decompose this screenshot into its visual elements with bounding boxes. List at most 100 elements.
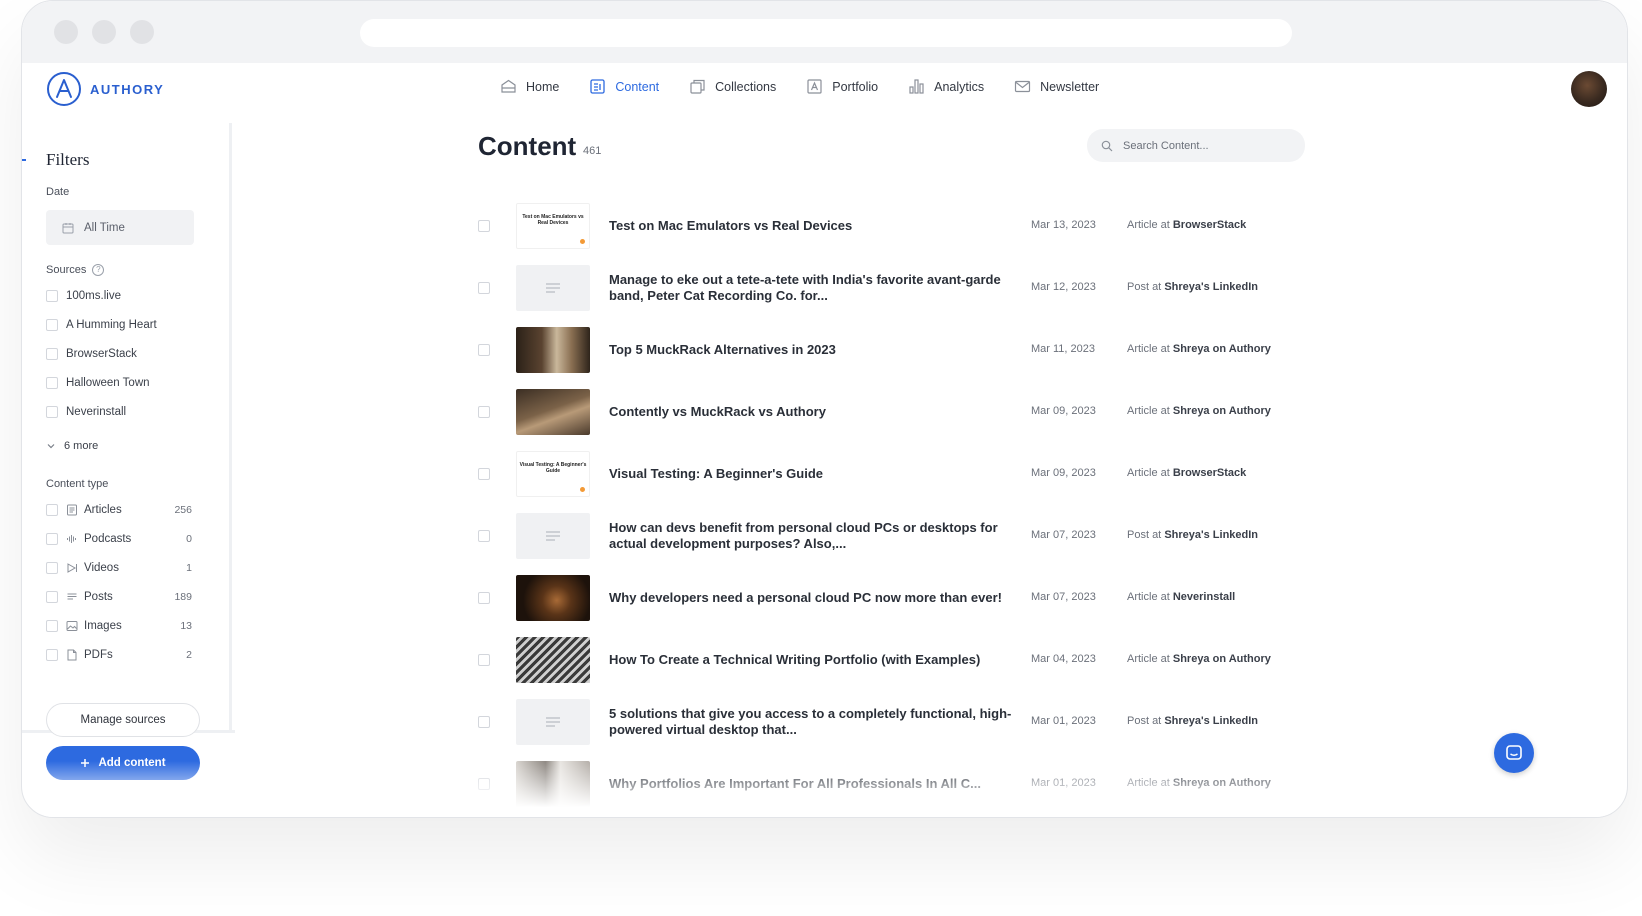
checkbox[interactable] <box>46 591 58 603</box>
nav-item-home[interactable]: Home <box>500 78 559 95</box>
content-type-count: 0 <box>186 533 192 545</box>
checkbox[interactable] <box>46 290 58 302</box>
content-row[interactable]: Why developers need a personal cloud PC … <box>478 567 1338 629</box>
address-bar[interactable] <box>360 19 1292 47</box>
filters-title: Filters <box>46 150 90 169</box>
nav-item-analytics[interactable]: Analytics <box>908 78 984 95</box>
row-checkbox[interactable] <box>478 654 490 666</box>
content-title[interactable]: How can devs benefit from personal cloud… <box>609 505 1019 567</box>
content-row[interactable]: Manage to eke out a tete-a-tete with Ind… <box>478 257 1338 319</box>
source-name[interactable]: Shreya's LinkedIn <box>1164 529 1258 541</box>
content-title[interactable]: How To Create a Technical Writing Portfo… <box>609 629 1019 691</box>
date-filter-select[interactable]: All Time <box>46 210 194 245</box>
source-name[interactable]: Shreya on Authory <box>1173 405 1271 417</box>
content-title[interactable]: Manage to eke out a tete-a-tete with Ind… <box>609 257 1019 319</box>
search-input[interactable]: Search Content... <box>1087 129 1305 162</box>
row-checkbox[interactable] <box>478 530 490 542</box>
content-row[interactable]: Contently vs MuckRack vs Authory Mar 09, … <box>478 381 1338 443</box>
checkbox[interactable] <box>46 348 58 360</box>
content-title[interactable]: Test on Mac Emulators vs Real Devices <box>609 195 1019 257</box>
content-row[interactable]: Why Portfolios Are Important For All Pro… <box>478 753 1338 815</box>
content-row[interactable]: How can devs benefit from personal cloud… <box>478 505 1338 567</box>
content-date: Mar 07, 2023 <box>1031 529 1096 541</box>
content-title[interactable]: 5 solutions that give you access to a co… <box>609 691 1019 753</box>
content-type-count: 1 <box>186 562 192 574</box>
nav-item-label: Home <box>526 79 560 94</box>
source-filter-item[interactable]: A Humming Heart <box>46 319 157 331</box>
content-date: Mar 07, 2023 <box>1031 591 1096 603</box>
content-type-item-videos[interactable]: Videos <box>46 562 119 574</box>
content-row[interactable]: 5 solutions that give you access to a co… <box>478 691 1338 753</box>
row-checkbox[interactable] <box>478 778 490 790</box>
content-row[interactable]: How To Create a Technical Writing Portfo… <box>478 629 1338 691</box>
content-type-item-posts[interactable]: Posts <box>46 591 113 603</box>
content-type-item-articles[interactable]: Articles <box>46 504 122 516</box>
article-photo-thumbnail <box>516 327 590 373</box>
chat-button[interactable] <box>1494 733 1534 773</box>
content-type-count: 189 <box>174 591 192 603</box>
user-avatar[interactable] <box>1571 71 1607 107</box>
content-source: Article at Shreya on Authory <box>1127 343 1271 355</box>
checkbox[interactable] <box>46 533 58 545</box>
content-row[interactable]: Visual Testing: A Beginner's Guide Visual… <box>478 443 1338 505</box>
portfolio-icon <box>807 79 822 94</box>
source-kind: Article at <box>1127 219 1170 231</box>
content-title[interactable]: Top 5 MuckRack Alternatives in 2023 <box>609 319 1019 381</box>
row-checkbox[interactable] <box>478 406 490 418</box>
source-name[interactable]: BrowserStack <box>1173 219 1246 231</box>
content-row[interactable]: Top 5 MuckRack Alternatives in 2023 Mar 1… <box>478 319 1338 381</box>
source-name[interactable]: Shreya on Authory <box>1173 777 1271 789</box>
checkbox[interactable] <box>46 562 58 574</box>
checkbox[interactable] <box>46 377 58 389</box>
logo[interactable]: AUTHORY <box>46 71 164 107</box>
nav-item-newsletter[interactable]: Newsletter <box>1014 78 1099 95</box>
row-checkbox[interactable] <box>478 282 490 294</box>
source-filter-item[interactable]: 100ms.live <box>46 290 121 302</box>
content-title[interactable]: Why Portfolios Are Important For All Pro… <box>609 753 1019 815</box>
checkbox[interactable] <box>46 504 58 516</box>
nav-item-portfolio[interactable]: Portfolio <box>806 78 878 95</box>
checkbox[interactable] <box>46 620 58 632</box>
checkbox[interactable] <box>46 649 58 661</box>
source-name[interactable]: Shreya on Authory <box>1173 343 1271 355</box>
nav-item-content[interactable]: Content <box>589 78 659 95</box>
checkbox[interactable] <box>46 406 58 418</box>
source-filter-item[interactable]: Neverinstall <box>46 406 126 418</box>
row-checkbox[interactable] <box>478 468 490 480</box>
window-maximize-dot[interactable] <box>130 20 154 44</box>
content-type-item-pdfs[interactable]: PDFs <box>46 649 113 661</box>
source-filter-item[interactable]: BrowserStack <box>46 348 137 360</box>
row-checkbox[interactable] <box>478 592 490 604</box>
chevron-down-icon <box>47 444 55 449</box>
content-title[interactable]: Why developers need a personal cloud PC … <box>609 567 1019 629</box>
collections-icon <box>690 79 705 94</box>
source-name[interactable]: BrowserStack <box>1173 467 1246 479</box>
source-name[interactable]: Shreya's LinkedIn <box>1164 281 1258 293</box>
show-more-sources[interactable]: 6 more <box>46 440 98 452</box>
source-label: 100ms.live <box>66 290 121 302</box>
date-filter-value: All Time <box>84 221 125 234</box>
nav-item-collections[interactable]: Collections <box>689 78 776 95</box>
checkbox[interactable] <box>46 319 58 331</box>
content-title[interactable]: Contently vs MuckRack vs Authory <box>609 381 1019 443</box>
content-type-item-images[interactable]: Images <box>46 620 122 632</box>
content-type-label-text: PDFs <box>84 649 113 661</box>
source-name[interactable]: Neverinstall <box>1173 591 1235 603</box>
content-type-item-podcasts[interactable]: Podcasts <box>46 533 131 545</box>
row-checkbox[interactable] <box>478 716 490 728</box>
source-name[interactable]: Shreya's LinkedIn <box>1164 715 1258 727</box>
manage-sources-button[interactable]: Manage sources <box>46 703 200 737</box>
content-title[interactable]: Visual Testing: A Beginner's Guide <box>609 443 1019 505</box>
content-row[interactable]: Test on Mac Emulators vs Real Devices Tes… <box>478 195 1338 257</box>
accent-dot <box>580 487 585 492</box>
help-icon[interactable]: ? <box>92 264 105 276</box>
row-checkbox[interactable] <box>478 344 490 356</box>
plus-icon <box>81 759 90 767</box>
window-minimize-dot[interactable] <box>92 20 116 44</box>
add-content-button[interactable]: Add content <box>46 746 200 780</box>
source-name[interactable]: Shreya on Authory <box>1173 653 1271 665</box>
source-filter-item[interactable]: Halloween Town <box>46 377 150 389</box>
row-checkbox[interactable] <box>478 220 490 232</box>
window-close-dot[interactable] <box>54 20 78 44</box>
show-more-label: 6 more <box>64 440 99 452</box>
